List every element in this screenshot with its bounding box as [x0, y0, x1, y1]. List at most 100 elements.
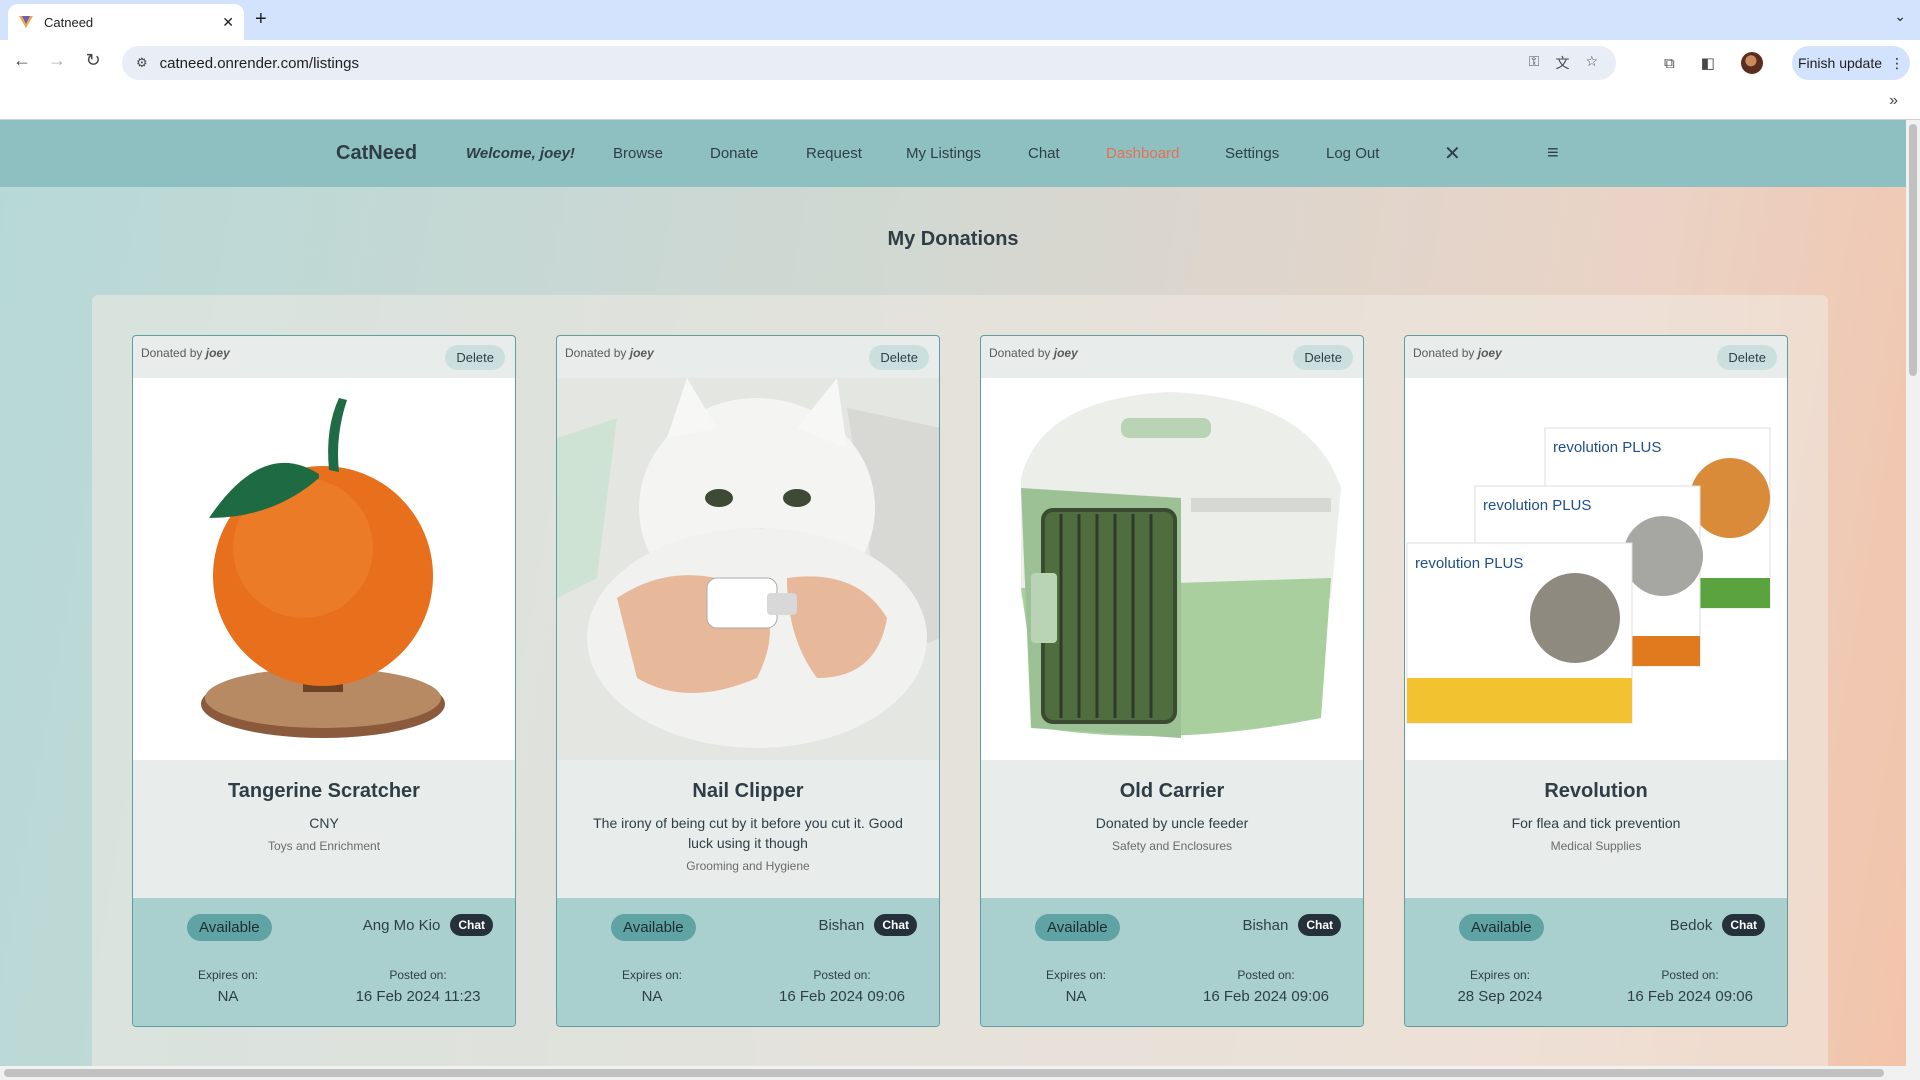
reload-icon[interactable]: ↻ — [81, 50, 105, 71]
card-footer: Available Bishan Chat Expires on: NA Post… — [557, 898, 939, 1026]
browser-tab-strip: Catneed ✕ + ⌄ — [0, 0, 1920, 40]
card-location: Bedok — [1669, 916, 1713, 934]
card-location: Bishan — [1242, 916, 1289, 934]
card-location: Ang Mo Kio — [362, 916, 441, 934]
expires-block: Expires on: 28 Sep 2024 — [1445, 968, 1555, 1005]
delete-button[interactable]: Delete — [869, 345, 929, 370]
tab-close-icon[interactable]: ✕ — [222, 14, 234, 31]
expires-block: Expires on: NA — [173, 968, 283, 1005]
donor-line: Donated by joey — [565, 346, 654, 360]
welcome-message: Welcome, joey! — [466, 145, 575, 162]
card-description: For flea and tick prevention — [1511, 815, 1681, 831]
card-description: CNY — [309, 815, 339, 831]
vertical-scroll-thumb[interactable] — [1909, 124, 1917, 376]
profile-avatar[interactable] — [1740, 52, 1763, 74]
card-category: Safety and Enclosures — [1111, 839, 1233, 853]
posted-block: Posted on: 16 Feb 2024 09:06 — [767, 968, 917, 1005]
expires-value: NA — [217, 988, 239, 1005]
posted-label: Posted on: — [1661, 968, 1719, 982]
expires-label: Expires on: — [621, 968, 683, 982]
card-title: Tangerine Scratcher — [228, 780, 420, 802]
posted-label: Posted on: — [813, 968, 871, 982]
side-panel-icon[interactable]: ◧ — [1701, 54, 1715, 72]
brand-logo-text[interactable]: CatNeed — [336, 142, 417, 165]
card-category: Medical Supplies — [1550, 839, 1642, 853]
password-key-icon[interactable]: ⚿ — [1529, 53, 1540, 73]
donation-card: Donated by joey Delete Tangerine Scratch… — [132, 335, 516, 1027]
address-bar[interactable]: ⚙ catneed.onrender.com/listings ⚿ 文 ☆ — [122, 46, 1616, 80]
donation-card: Donated by joey Delete Old Carrier Donat… — [980, 335, 1364, 1027]
delete-button[interactable]: Delete — [1293, 345, 1353, 370]
extensions-puzzle-icon[interactable]: ⧉ — [1664, 55, 1675, 72]
card-location: Bishan — [818, 916, 865, 934]
nav-link-log-out[interactable]: Log Out — [1326, 145, 1379, 162]
chat-button[interactable]: Chat — [450, 914, 493, 936]
chat-button[interactable]: Chat — [874, 914, 917, 936]
vertical-scrollbar[interactable] — [1906, 120, 1920, 1066]
card-title: Revolution — [1544, 780, 1648, 802]
site-info-icon[interactable]: ⚙ — [136, 55, 148, 71]
nav-link-donate[interactable]: Donate — [710, 145, 758, 162]
expires-block: Expires on: NA — [597, 968, 707, 1005]
posted-value: 16 Feb 2024 09:06 — [1627, 988, 1753, 1005]
donation-card: Donated by joey Delete Nail Clipper The … — [556, 335, 940, 1027]
product-text: revolution PLUS — [1553, 439, 1661, 456]
card-title: Old Carrier — [1119, 780, 1225, 802]
nav-link-dashboard[interactable]: Dashboard — [1106, 145, 1179, 162]
bookmark-star-icon[interactable]: ☆ — [1585, 53, 1598, 73]
nav-link-browse[interactable]: Browse — [613, 145, 663, 162]
delete-button[interactable]: Delete — [445, 345, 505, 370]
status-badge: Available — [1459, 914, 1544, 941]
nav-link-settings[interactable]: Settings — [1225, 145, 1279, 162]
nav-close-icon[interactable]: ✕ — [1444, 141, 1461, 166]
nav-link-request[interactable]: Request — [806, 145, 862, 162]
kebab-menu-icon: ⋮ — [1890, 54, 1905, 71]
browser-toolbar: ← → ↻ ⚙ catneed.onrender.com/listings ⚿ … — [0, 40, 1920, 86]
finish-update-button[interactable]: Finish update ⋮ — [1792, 46, 1910, 80]
donor-line: Donated by joey — [1413, 346, 1502, 360]
horizontal-scroll-thumb[interactable] — [4, 1069, 1884, 1077]
posted-label: Posted on: — [1237, 968, 1295, 982]
horizontal-scrollbar[interactable] — [0, 1066, 1920, 1080]
nav-link-chat[interactable]: Chat — [1028, 145, 1060, 162]
card-footer: Available Bishan Chat Expires on: NA Post… — [981, 898, 1363, 1026]
delete-button[interactable]: Delete — [1717, 345, 1777, 370]
donation-card: Donated by joey Delete revolution PLUS r… — [1404, 335, 1788, 1027]
new-tab-icon[interactable]: + — [255, 8, 267, 31]
posted-value: 16 Feb 2024 09:06 — [779, 988, 905, 1005]
pet-carrier-image — [981, 378, 1363, 760]
donor-line: Donated by joey — [989, 346, 1078, 360]
hamburger-menu-icon[interactable]: ≡ — [1547, 142, 1559, 165]
tab-search-chevron-icon[interactable]: ⌄ — [1894, 8, 1906, 25]
expires-label: Expires on: — [1469, 968, 1531, 982]
chat-button[interactable]: Chat — [1298, 914, 1341, 936]
chat-button[interactable]: Chat — [1722, 914, 1765, 936]
product-text: revolution PLUS — [1415, 555, 1523, 572]
browser-tab[interactable]: Catneed ✕ — [8, 4, 244, 40]
catneed-favicon-icon — [19, 16, 33, 28]
url-text[interactable]: catneed.onrender.com/listings — [160, 55, 1529, 72]
status-badge: Available — [187, 914, 272, 941]
card-footer: Available Ang Mo Kio Chat Expires on: NA … — [133, 898, 515, 1026]
card-description: The irony of being cut by it before you … — [593, 815, 903, 851]
card-description: Donated by uncle feeder — [1095, 815, 1249, 831]
tab-title: Catneed — [44, 14, 94, 30]
nav-link-my-listings[interactable]: My Listings — [906, 145, 981, 162]
card-category: Toys and Enrichment — [267, 839, 381, 853]
bookmarks-overflow-icon[interactable]: » — [1889, 92, 1898, 110]
orange-scratcher-image — [133, 378, 515, 760]
card-title: Nail Clipper — [692, 780, 804, 802]
expires-value: 28 Sep 2024 — [1457, 988, 1543, 1005]
expires-block: Expires on: NA — [1021, 968, 1131, 1005]
expires-label: Expires on: — [1045, 968, 1107, 982]
posted-block: Posted on: 16 Feb 2024 09:06 — [1191, 968, 1341, 1005]
forward-arrow-icon[interactable]: → — [45, 50, 69, 71]
translate-icon[interactable]: 文 — [1555, 53, 1569, 73]
finish-update-label: Finish update — [1797, 55, 1883, 71]
product-text: revolution PLUS — [1483, 497, 1591, 514]
revolution-plus-boxes-image: revolution PLUS revolution PLUS revoluti… — [1405, 378, 1787, 760]
back-arrow-icon[interactable]: ← — [10, 50, 34, 71]
page-content: CatNeed Welcome, joey! Browse Donate Req… — [0, 120, 1906, 1066]
posted-block: Posted on: 16 Feb 2024 09:06 — [1615, 968, 1765, 1005]
bookmarks-bar: » — [0, 86, 1920, 120]
